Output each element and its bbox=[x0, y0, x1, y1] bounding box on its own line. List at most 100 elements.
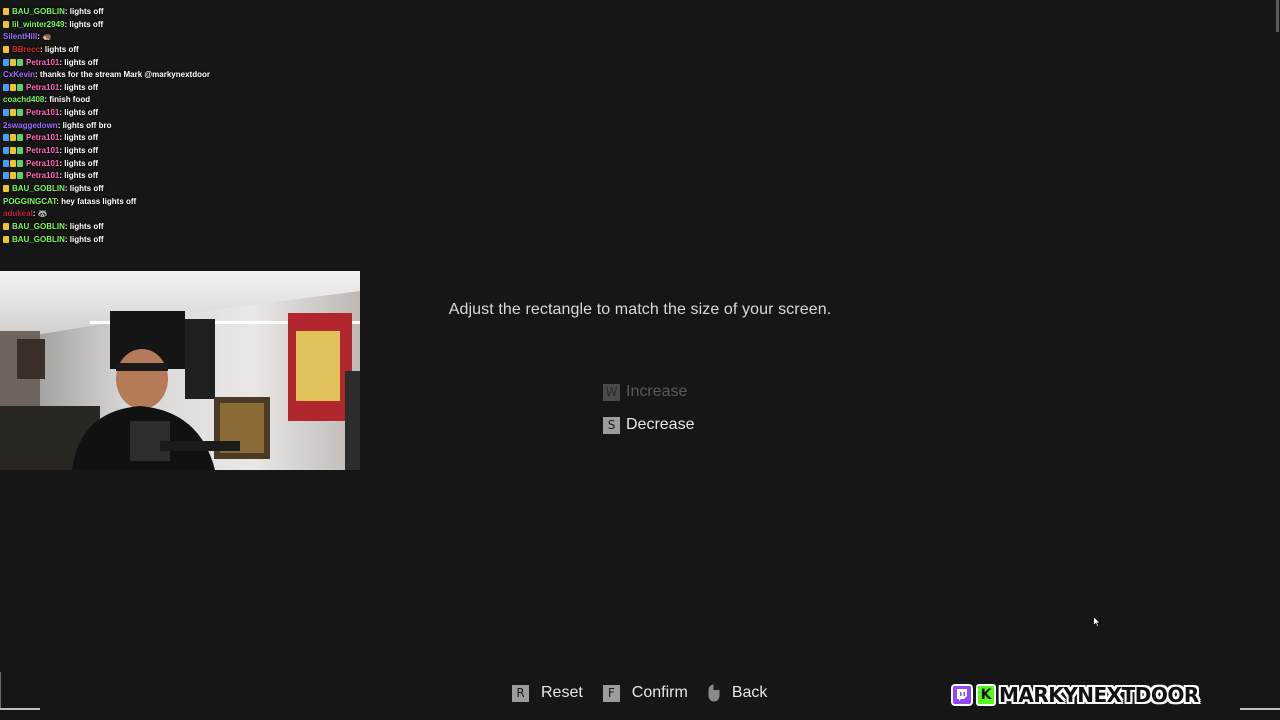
chat-message: Petra101: lights off bbox=[3, 107, 333, 120]
chat-badge-icon bbox=[17, 147, 23, 155]
chat-text: lights off bbox=[69, 19, 104, 29]
chat-badges bbox=[3, 107, 24, 120]
chat-badges bbox=[3, 183, 10, 196]
stream-chat-overlay: BAU_GOBLIN: lights off lil_winter2949: li… bbox=[3, 6, 333, 246]
chat-message: lil_winter2949: lights off bbox=[3, 19, 333, 32]
chat-text: lights off bbox=[64, 171, 99, 181]
reset-label: Reset bbox=[541, 684, 583, 701]
chat-badge-icon bbox=[17, 109, 23, 117]
chat-message: Petra101: lights off bbox=[3, 57, 333, 70]
screen-corner-marker-bottom-left bbox=[0, 708, 40, 710]
channel-name: MARKYNEXTDOOR bbox=[999, 683, 1199, 707]
instruction-text: Adjust the rectangle to match the size o… bbox=[448, 301, 832, 318]
increase-option[interactable]: W Increase bbox=[603, 383, 687, 401]
chat-message: CxKevin: thanks for the stream Mark @mar… bbox=[3, 69, 333, 82]
chat-username: Petra101 bbox=[26, 171, 60, 181]
chat-badges bbox=[3, 44, 10, 57]
scrollbar-thumb[interactable] bbox=[1276, 0, 1279, 32]
chat-message: POGGINGCAT: hey fatass lights off bbox=[3, 196, 333, 209]
chat-username: Petra101 bbox=[26, 82, 60, 92]
chat-badge-icon bbox=[10, 83, 16, 91]
chat-text: 🦔 bbox=[42, 32, 53, 42]
chat-badge-icon bbox=[3, 109, 9, 117]
f-key-icon: F bbox=[602, 684, 620, 702]
chat-badge-icon bbox=[3, 45, 9, 53]
channel-overlay: K MARKYNEXTDOOR bbox=[951, 682, 1199, 708]
chat-badges bbox=[3, 221, 10, 234]
chat-username: coachd408 bbox=[3, 95, 45, 105]
decrease-label: Decrease bbox=[626, 416, 695, 433]
chat-message: Petra101: lights off bbox=[3, 170, 333, 183]
chat-badges bbox=[3, 170, 24, 183]
chat-username: BAU_GOBLIN bbox=[12, 234, 65, 244]
chat-badge-icon bbox=[3, 134, 9, 142]
chat-message: Petra101: lights off bbox=[3, 132, 333, 145]
chat-text: lights off bbox=[64, 57, 99, 67]
chat-username: Petra101 bbox=[26, 158, 60, 168]
chat-username: Petra101 bbox=[26, 108, 60, 118]
chat-username: Petra101 bbox=[26, 146, 60, 156]
chat-text: lights off bbox=[64, 158, 99, 168]
chat-badge-icon bbox=[10, 58, 16, 66]
increase-label: Increase bbox=[626, 383, 688, 400]
chat-message: Petra101: lights off bbox=[3, 158, 333, 171]
chat-username: Petra101 bbox=[26, 57, 60, 67]
chat-text: lights off bbox=[69, 7, 104, 16]
chat-badge-icon bbox=[10, 147, 16, 155]
chat-badge-icon bbox=[3, 172, 9, 180]
chat-badge-icon bbox=[10, 109, 16, 117]
chat-badge-icon bbox=[10, 159, 16, 167]
reset-button[interactable]: R Reset bbox=[512, 684, 583, 702]
chat-badge-icon bbox=[3, 159, 9, 167]
chat-message: adukeal: 🦝 bbox=[3, 208, 333, 221]
chat-text: lights off bbox=[69, 183, 104, 193]
back-button[interactable]: Back bbox=[708, 684, 768, 702]
screen-corner-marker-left bbox=[0, 672, 1, 710]
mouse-cursor-icon bbox=[1093, 615, 1102, 633]
chat-text: lights off bbox=[69, 234, 104, 244]
chat-badges bbox=[3, 19, 10, 32]
chat-badge-icon bbox=[10, 134, 16, 142]
decrease-option[interactable]: S Decrease bbox=[603, 416, 694, 434]
chat-badge-icon bbox=[17, 58, 23, 66]
chat-username: BAU_GOBLIN bbox=[12, 7, 65, 16]
chat-badges bbox=[3, 234, 10, 247]
chat-badge-icon bbox=[3, 58, 9, 66]
chat-badges bbox=[3, 82, 24, 95]
w-key-icon: W bbox=[603, 383, 620, 401]
chat-message: 2swaggedown: lights off bro bbox=[3, 120, 333, 133]
confirm-button[interactable]: F Confirm bbox=[602, 684, 688, 702]
chat-text: hey fatass lights off bbox=[61, 196, 137, 206]
screen-corner-marker-bottom-right bbox=[1240, 708, 1280, 710]
kick-icon: K bbox=[976, 684, 996, 706]
chat-text: finish food bbox=[49, 95, 91, 105]
chat-badge-icon bbox=[3, 184, 9, 192]
chat-message: coachd408: finish food bbox=[3, 94, 333, 107]
chat-username: Petra101 bbox=[26, 133, 60, 143]
chat-username: lil_winter2949 bbox=[12, 19, 65, 29]
chat-message: SilentHill: 🦔 bbox=[3, 31, 333, 44]
chat-badges bbox=[3, 145, 24, 158]
chat-badge-icon bbox=[3, 235, 9, 243]
chat-message: Petra101: lights off bbox=[3, 145, 333, 158]
twitch-icon bbox=[951, 684, 973, 706]
chat-badge-icon bbox=[17, 172, 23, 180]
chat-badge-icon bbox=[3, 147, 9, 155]
chat-username: CxKevin bbox=[3, 70, 36, 80]
chat-badge-icon bbox=[3, 8, 9, 15]
chat-text: 🦝 bbox=[37, 209, 48, 219]
back-label: Back bbox=[731, 684, 768, 701]
confirm-label: Confirm bbox=[631, 684, 688, 701]
chat-text: lights off bbox=[64, 108, 99, 118]
chat-badges bbox=[3, 6, 10, 19]
chat-text: lights off bbox=[64, 82, 99, 92]
chat-username: adukeal bbox=[3, 209, 33, 219]
chat-message: BBrecc: lights off bbox=[3, 44, 333, 57]
chat-username: BBrecc bbox=[12, 44, 41, 54]
chat-badges bbox=[3, 132, 24, 145]
chat-message: Petra101: lights off bbox=[3, 82, 333, 95]
r-key-icon: R bbox=[512, 684, 529, 702]
chat-badge-icon bbox=[3, 222, 9, 230]
chat-username: BAU_GOBLIN bbox=[12, 183, 65, 193]
chat-text: lights off bbox=[64, 146, 99, 156]
